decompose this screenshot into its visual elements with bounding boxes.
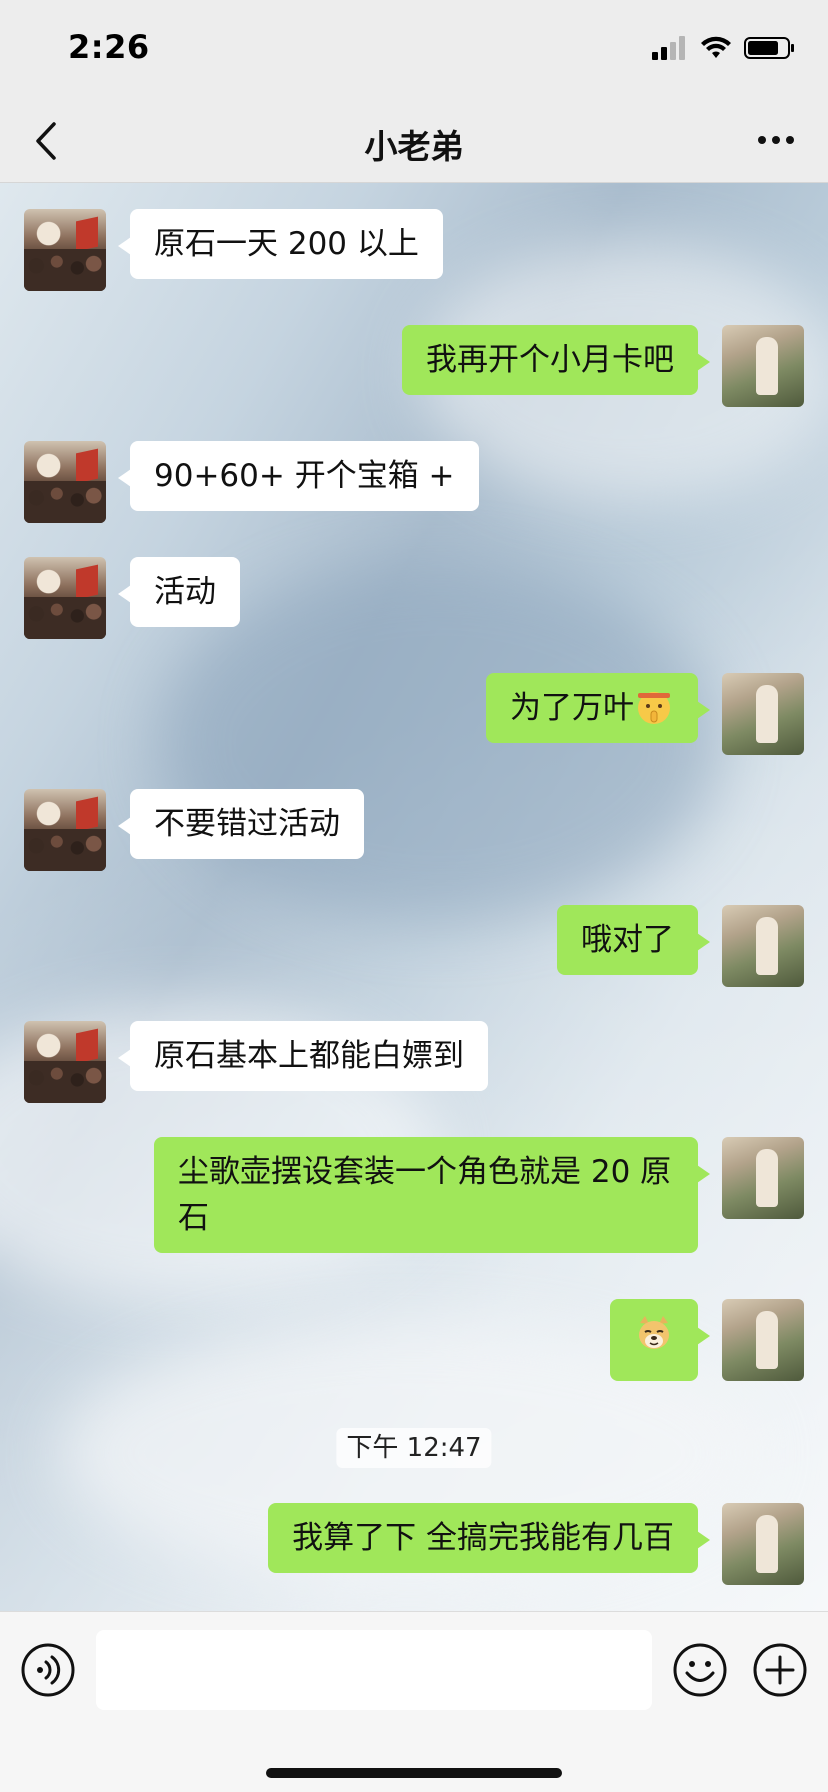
my-avatar[interactable]	[722, 1503, 804, 1585]
friend-avatar[interactable]	[24, 441, 106, 523]
message-bubble[interactable]: 原石一天 200 以上	[118, 209, 443, 279]
friend-avatar[interactable]	[24, 209, 106, 291]
message-bubble[interactable]: 尘歌壶摆设套装一个角色就是 20 原石	[154, 1137, 710, 1253]
message-row: 我再开个小月卡吧	[0, 325, 828, 407]
friend-avatar[interactable]	[24, 557, 106, 639]
message-bubble[interactable]: 90+60+ 开个宝箱 +	[118, 441, 479, 511]
message-row: 原石一天 200 以上	[0, 209, 828, 291]
message-bubble[interactable]: 我算了下 全搞完我能有几百	[268, 1503, 710, 1573]
plus-icon[interactable]	[752, 1642, 808, 1698]
message-bubble[interactable]: 为了万叶	[486, 673, 710, 743]
my-avatar[interactable]	[722, 673, 804, 755]
message-text: 为了万叶	[510, 690, 634, 726]
nav-bar: 小老弟	[0, 100, 828, 183]
message-row: 为了万叶	[0, 673, 828, 755]
friend-avatar[interactable]	[24, 1021, 106, 1103]
wifi-icon	[701, 36, 731, 58]
signal-icon	[652, 36, 685, 60]
doge-emoji	[639, 1315, 669, 1349]
home-indicator[interactable]	[266, 1768, 562, 1778]
more-button[interactable]	[752, 120, 800, 160]
message-row: 尘歌壶摆设套装一个角色就是 20 原石	[0, 1137, 828, 1265]
message-row: 哦对了	[0, 905, 828, 987]
message-bubble[interactable]: 不要错过活动	[118, 789, 364, 859]
my-avatar[interactable]	[722, 325, 804, 407]
message-bubble[interactable]	[610, 1299, 710, 1381]
chat-title: 小老弟	[364, 127, 464, 166]
message-input[interactable]	[96, 1630, 652, 1710]
message-row	[0, 1299, 828, 1381]
message-bubble[interactable]: 活动	[118, 557, 240, 627]
battery-icon	[744, 37, 794, 59]
input-bar	[0, 1611, 828, 1792]
timestamp: 下午 12:47	[336, 1428, 492, 1468]
chat-area[interactable]: 原石一天 200 以上 我再开个小月卡吧 90+60+ 开个宝箱 + 活动 为了…	[0, 183, 828, 1611]
shushing-face-emoji	[638, 691, 670, 724]
message-row: 90+60+ 开个宝箱 +	[0, 441, 828, 523]
message-bubble[interactable]: 原石基本上都能白嫖到	[118, 1021, 488, 1091]
message-bubble[interactable]: 哦对了	[557, 905, 710, 975]
message-row: 活动	[0, 557, 828, 639]
emoji-icon[interactable]	[672, 1642, 728, 1698]
status-icons	[652, 36, 796, 60]
message-row: 我算了下 全搞完我能有几百	[0, 1503, 828, 1585]
message-row: 不要错过活动	[0, 789, 828, 871]
my-avatar[interactable]	[722, 1137, 804, 1219]
more-dots-icon	[758, 136, 794, 144]
status-bar: 2:26	[0, 0, 828, 100]
status-time: 2:26	[68, 28, 150, 66]
my-avatar[interactable]	[722, 1299, 804, 1381]
my-avatar[interactable]	[722, 905, 804, 987]
voice-icon[interactable]	[20, 1642, 76, 1698]
friend-avatar[interactable]	[24, 789, 106, 871]
message-row: 原石基本上都能白嫖到	[0, 1021, 828, 1103]
message-bubble[interactable]: 我再开个小月卡吧	[402, 325, 710, 395]
chat-screen: 2:26 小老弟 原石一天 200 以上 我再开个小月卡吧 90+60+ 开个宝…	[0, 0, 828, 1792]
